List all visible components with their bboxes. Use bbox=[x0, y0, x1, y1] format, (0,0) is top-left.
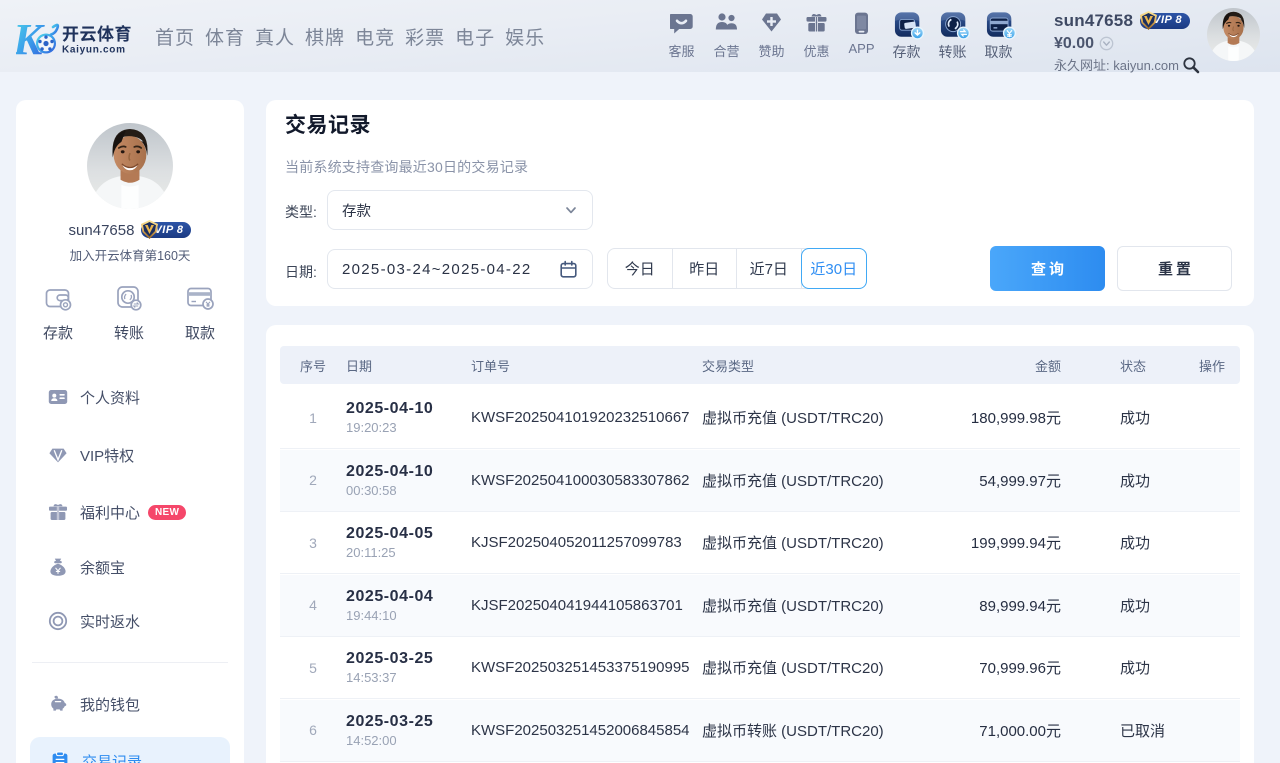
svg-text:Kaiyun.com: Kaiyun.com bbox=[62, 45, 126, 56]
svg-text:开云体育: 开云体育 bbox=[62, 20, 132, 45]
